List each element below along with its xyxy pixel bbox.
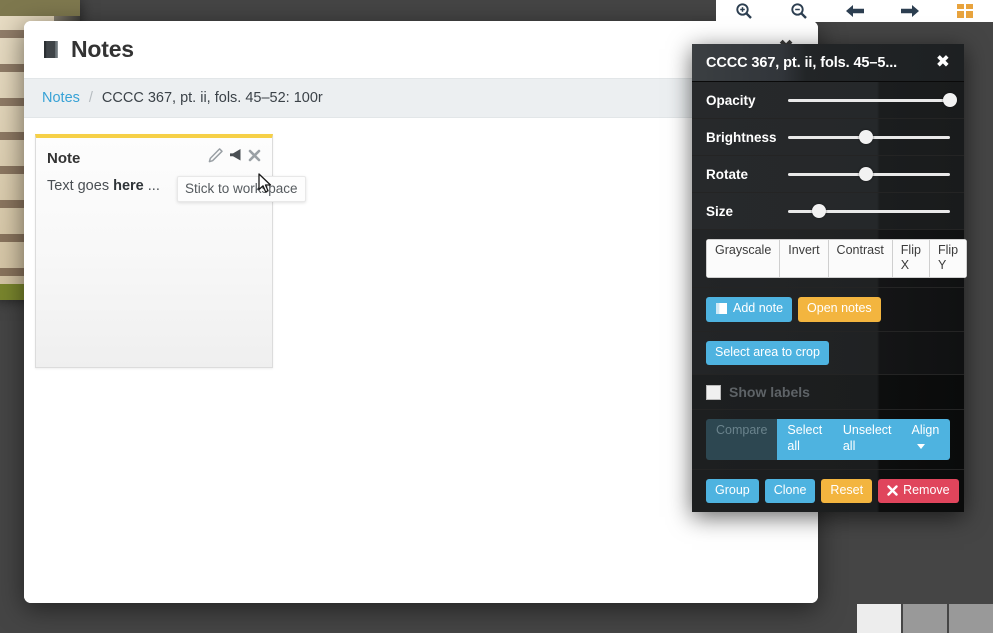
opacity-slider[interactable]	[788, 92, 950, 108]
flip-y-button[interactable]: Flip Y	[929, 239, 967, 278]
brightness-slider[interactable]	[788, 129, 950, 145]
filter-button-block: Grayscale Invert Contrast Flip X Flip Y	[692, 230, 964, 288]
app-root: Notes ✖ Notes / CCCC 367, pt. ii, fols. …	[0, 0, 993, 633]
selection-bar-block: Compare Select all Unselect all Align	[692, 410, 964, 469]
filter-button-group: Grayscale Invert Contrast Flip X Flip Y	[706, 239, 967, 278]
top-toolbar	[716, 0, 993, 22]
note-text-part-2: ...	[144, 178, 160, 194]
slider-label-opacity: Opacity	[706, 93, 788, 108]
brightness-slider-knob[interactable]	[859, 130, 873, 144]
select-all-button[interactable]: Select all	[777, 419, 832, 459]
page-title: Notes	[71, 36, 134, 63]
slider-row-size: Size	[692, 193, 964, 230]
size-slider[interactable]	[788, 203, 950, 219]
flip-x-button[interactable]: Flip X	[892, 239, 929, 278]
note-card-header: Note	[36, 138, 272, 169]
align-dropdown-button[interactable]: Align	[902, 419, 951, 459]
invert-button[interactable]: Invert	[779, 239, 827, 278]
reset-button[interactable]: Reset	[821, 479, 872, 504]
tool-panel-header: CCCC 367, pt. ii, fols. 45–5... ✖	[692, 44, 964, 82]
arrow-back-icon[interactable]	[827, 3, 882, 19]
align-label: Align	[912, 423, 940, 437]
note-button-block: Add note Open notes	[692, 288, 964, 332]
edit-pencil-icon[interactable]	[207, 147, 224, 169]
slider-row-rotate: Rotate	[692, 156, 964, 193]
group-button[interactable]: Group	[706, 479, 759, 504]
zoom-out-icon[interactable]	[771, 1, 826, 21]
note-button-row: Add note Open notes	[706, 297, 950, 322]
note-text-bold: here	[113, 178, 144, 194]
opacity-slider-track	[788, 99, 950, 102]
show-labels-checkbox[interactable]	[706, 385, 721, 400]
thumbnail-3[interactable]	[949, 604, 993, 633]
contrast-button[interactable]: Contrast	[828, 239, 892, 278]
crop-button-block: Select area to crop	[692, 332, 964, 376]
filmstrip	[857, 604, 993, 633]
close-icon[interactable]	[247, 148, 262, 168]
slider-label-rotate: Rotate	[706, 167, 788, 182]
tool-panel-close-button[interactable]: ✖	[936, 54, 950, 71]
thumbnail-2[interactable]	[903, 604, 947, 633]
size-slider-knob[interactable]	[812, 204, 826, 218]
compare-button: Compare	[706, 419, 777, 459]
note-card-title: Note	[47, 150, 207, 167]
show-labels-row[interactable]: Show labels	[706, 384, 950, 400]
grayscale-button[interactable]: Grayscale	[706, 239, 779, 278]
image-tool-panel: CCCC 367, pt. ii, fols. 45–5... ✖ Opacit…	[692, 44, 964, 512]
pin-icon[interactable]	[227, 147, 244, 169]
x-icon	[887, 485, 898, 496]
unselect-all-button[interactable]: Unselect all	[833, 419, 902, 459]
remove-button[interactable]: Remove	[878, 479, 959, 504]
opacity-slider-knob[interactable]	[943, 93, 957, 107]
action-button-block: Group Clone Reset Remove	[692, 470, 964, 513]
book-icon	[42, 40, 71, 60]
add-note-label: Add note	[733, 301, 783, 317]
add-note-button[interactable]: Add note	[706, 297, 792, 322]
tool-panel-title: CCCC 367, pt. ii, fols. 45–5...	[706, 55, 936, 71]
rotate-slider[interactable]	[788, 166, 950, 182]
tooltip: Stick to workspace	[177, 176, 306, 202]
slider-row-opacity: Opacity	[692, 82, 964, 119]
open-notes-label: Open notes	[807, 301, 872, 317]
note-icon	[715, 302, 728, 315]
thumbnail-1[interactable]	[857, 604, 901, 633]
note-text-part-1: Text goes	[47, 178, 113, 194]
breadcrumb-current: CCCC 367, pt. ii, fols. 45–52: 100r	[102, 90, 323, 106]
remove-label: Remove	[903, 483, 950, 499]
breadcrumb-separator: /	[89, 90, 93, 106]
note-card[interactable]: Note Text goes here ...	[35, 134, 273, 368]
slider-label-size: Size	[706, 204, 788, 219]
rotate-slider-knob[interactable]	[859, 167, 873, 181]
breadcrumb-root-link[interactable]: Notes	[42, 90, 80, 106]
open-notes-button[interactable]: Open notes	[798, 297, 881, 322]
note-card-tools	[207, 147, 262, 169]
crop-button-label: Select area to crop	[715, 345, 820, 361]
show-labels-block: Show labels	[692, 375, 964, 410]
arrow-forward-icon[interactable]	[882, 3, 937, 19]
select-area-to-crop-button[interactable]: Select area to crop	[706, 341, 829, 366]
slider-label-brightness: Brightness	[706, 130, 788, 145]
action-button-row: Group Clone Reset Remove	[706, 479, 950, 504]
selection-segmented-bar: Compare Select all Unselect all Align	[706, 419, 950, 459]
clone-button[interactable]: Clone	[765, 479, 816, 504]
slider-row-brightness: Brightness	[692, 119, 964, 156]
chevron-down-icon	[917, 444, 925, 449]
zoom-in-icon[interactable]	[716, 1, 771, 21]
grid-view-icon[interactable]	[938, 3, 993, 19]
show-labels-label: Show labels	[729, 384, 810, 400]
